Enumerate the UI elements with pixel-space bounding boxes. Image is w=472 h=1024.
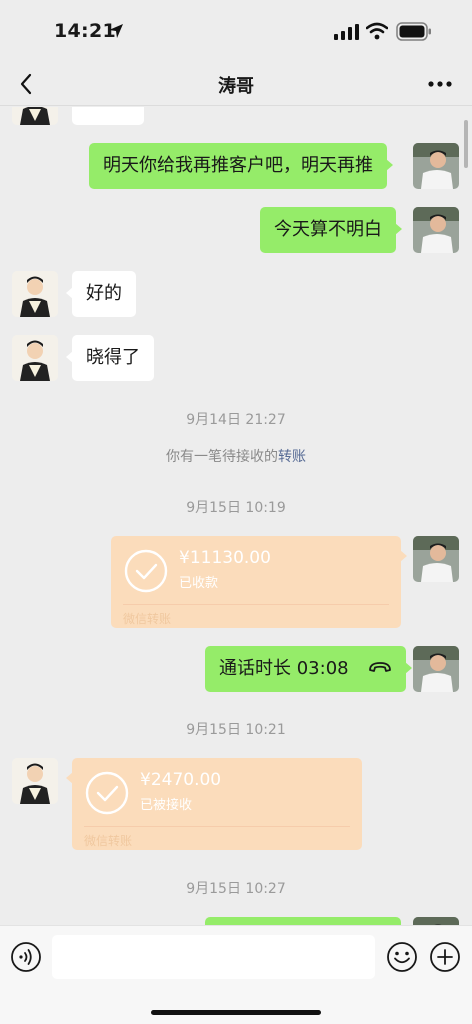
wifi-icon — [366, 22, 388, 40]
transfer-footer: 微信转账 — [84, 834, 133, 848]
battery-icon — [396, 22, 431, 41]
transfer-amount: ¥11130.00 — [179, 548, 271, 568]
message-input[interactable] — [52, 935, 375, 979]
status-time: 14:21 — [54, 20, 116, 42]
transfer-amount: ¥2470.00 — [140, 770, 222, 790]
scrollbar[interactable] — [464, 120, 468, 168]
message-bubble-incoming[interactable]: 好的 — [66, 271, 136, 317]
contact-avatar[interactable] — [12, 758, 58, 804]
emoji-icon[interactable] — [386, 941, 418, 973]
message-bubble-incoming[interactable]: 晓得了 — [66, 335, 154, 381]
call-record-bubble[interactable]: 通话时长 03:08 — [205, 646, 413, 692]
location-arrow-icon — [109, 24, 123, 38]
nav-bar: 涛哥 — [0, 62, 472, 106]
transfer-card[interactable]: ¥2470.00 已被接收 微信转账 — [66, 758, 362, 850]
contact-avatar[interactable] — [12, 107, 58, 125]
check-circle-icon — [124, 549, 168, 593]
transfer-status: 已收款 — [179, 576, 219, 591]
divider — [84, 826, 350, 827]
message-text: 好的 — [86, 283, 122, 304]
message-bubble-outgoing[interactable]: 今天算不明白 — [260, 207, 402, 253]
phone-hangup-icon — [369, 662, 392, 672]
more-button[interactable] — [422, 68, 458, 100]
timestamp: 9月15日 10:27 — [186, 881, 286, 897]
home-indicator — [151, 1010, 321, 1015]
timestamp: 9月15日 10:19 — [186, 500, 286, 516]
system-note: 你有一笔待接收的转账 — [0, 446, 472, 466]
call-duration-text: 通话时长 03:08 — [219, 658, 349, 679]
contact-avatar[interactable] — [12, 271, 58, 317]
check-circle-icon — [85, 771, 129, 815]
my-avatar[interactable] — [413, 536, 459, 582]
my-avatar[interactable] — [413, 917, 459, 925]
plus-icon[interactable] — [429, 941, 461, 973]
message-text: 晓得了 — [86, 347, 140, 368]
transfer-status: 已被接收 — [140, 798, 193, 813]
chat-area[interactable]: 明天你给我再推客户吧，明天再推 今天算不明白 好的 晓得了 9月14日 21:2… — [0, 107, 472, 925]
transfer-footer: 微信转账 — [123, 612, 172, 626]
timestamp: 9月14日 21:27 — [186, 412, 286, 428]
system-note-text: 你有一笔待接收的 — [166, 449, 278, 465]
status-bar: 14:21 — [0, 0, 472, 62]
my-avatar[interactable] — [413, 207, 459, 253]
ellipsis-icon — [428, 81, 452, 87]
transfer-link[interactable]: 转账 — [278, 449, 306, 465]
message-text: 今天算不明白 — [274, 219, 382, 240]
chat-title: 涛哥 — [218, 76, 254, 97]
message-bubble-outgoing[interactable] — [205, 917, 401, 925]
message-bubble-incoming[interactable] — [72, 107, 144, 125]
message-text: 明天你给我再推客户吧，明天再推 — [103, 155, 373, 176]
contact-avatar[interactable] — [12, 335, 58, 381]
my-avatar[interactable] — [413, 143, 459, 189]
message-bubble-outgoing[interactable]: 明天你给我再推客户吧，明天再推 — [89, 143, 393, 189]
input-bar — [0, 925, 472, 1024]
divider — [123, 604, 389, 605]
transfer-card[interactable]: ¥11130.00 已收款 微信转账 — [111, 536, 407, 628]
cellular-signal-icon — [334, 24, 359, 40]
my-avatar[interactable] — [413, 646, 459, 692]
timestamp: 9月15日 10:21 — [186, 722, 286, 738]
voice-icon[interactable] — [10, 941, 42, 973]
